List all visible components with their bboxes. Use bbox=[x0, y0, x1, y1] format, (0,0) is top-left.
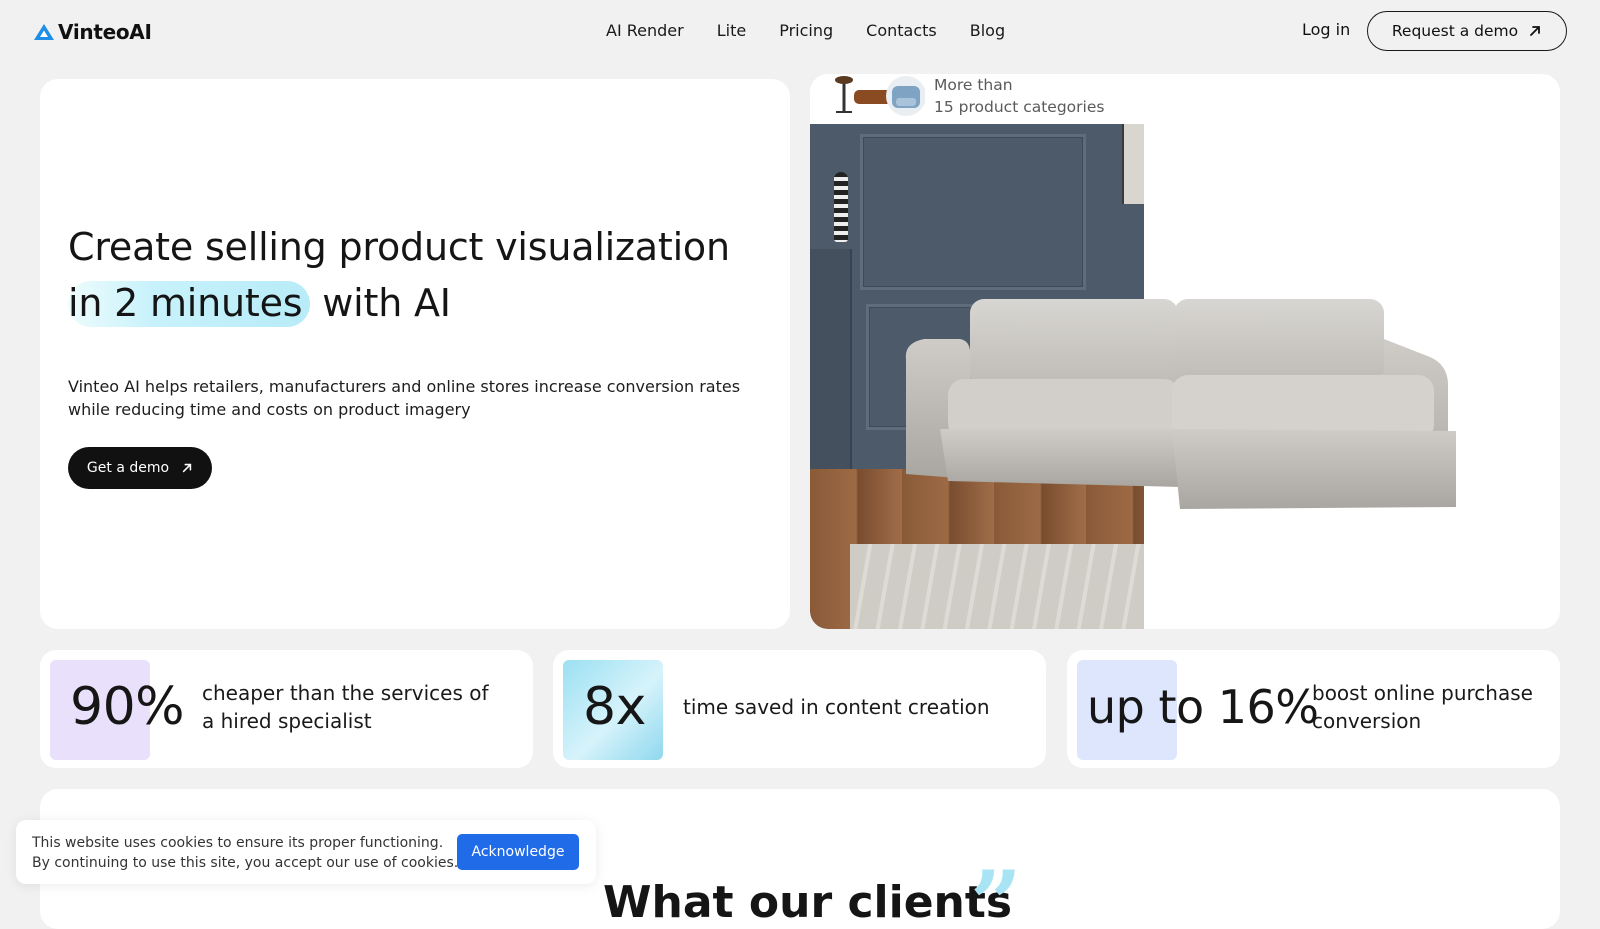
wall-panel bbox=[860, 134, 1086, 290]
cookie-text: This website uses cookies to ensure its … bbox=[32, 833, 458, 873]
nav-blog[interactable]: Blog bbox=[970, 21, 1005, 40]
headline-line1: Create selling product visualization bbox=[68, 225, 730, 269]
hero-description: Vinteo AI helps retailers, manufacturers… bbox=[68, 377, 741, 419]
stat-text: time saved in content creation bbox=[683, 695, 990, 719]
get-demo-button[interactable]: Get a demo bbox=[68, 447, 212, 489]
request-demo-button[interactable]: Request a demo bbox=[1367, 11, 1567, 51]
stat-card: 8x time saved in content creation bbox=[553, 650, 1046, 768]
logo[interactable]: VinteoAI bbox=[32, 20, 152, 44]
product-thumbnails-icon bbox=[835, 76, 925, 116]
categories-text: More than 15 product categories bbox=[934, 74, 1104, 118]
wall-art bbox=[1122, 124, 1144, 204]
logo-icon bbox=[34, 24, 54, 40]
reviews-title: What our clients bbox=[603, 877, 1013, 928]
hero-card: Create selling product visualization in … bbox=[40, 79, 790, 629]
headline-highlight: in 2 minutes bbox=[68, 281, 311, 327]
main-nav: AI Render Lite Pricing Contacts Blog bbox=[606, 21, 1005, 40]
request-demo-label: Request a demo bbox=[1391, 22, 1519, 40]
stat-value: up to 16% bbox=[1087, 680, 1319, 734]
rug bbox=[850, 544, 1144, 629]
categories-line2: 15 product categories bbox=[934, 98, 1105, 116]
quote-icon: ” bbox=[970, 851, 1022, 929]
nav-ai-render[interactable]: AI Render bbox=[606, 21, 684, 40]
arrow-up-right-icon bbox=[1530, 26, 1541, 36]
cookie-banner: This website uses cookies to ensure its … bbox=[16, 820, 596, 884]
hero-headline: Create selling product visualization in … bbox=[68, 219, 788, 331]
logo-text: VinteoAI bbox=[58, 20, 152, 44]
login-link[interactable]: Log in bbox=[1302, 20, 1350, 39]
fireplace bbox=[810, 249, 852, 489]
get-demo-label: Get a demo bbox=[86, 460, 170, 476]
headline-rest: with AI bbox=[322, 281, 451, 325]
cookie-line1: This website uses cookies to ensure its … bbox=[32, 835, 444, 851]
nav-pricing[interactable]: Pricing bbox=[779, 21, 833, 40]
site-header: VinteoAI AI Render Lite Pricing Contacts… bbox=[0, 0, 1600, 64]
stat-card: 90% cheaper than the services of a hired… bbox=[40, 650, 533, 768]
categories-line1: More than bbox=[934, 76, 1013, 94]
cookie-line2: By continuing to use this site, you acce… bbox=[32, 855, 459, 871]
categories-badge: More than 15 product categories bbox=[820, 74, 1110, 122]
acknowledge-button[interactable]: Acknowledge bbox=[457, 834, 579, 870]
stat-card: up to 16% boost online purchase conversi… bbox=[1067, 650, 1560, 768]
sofa-image bbox=[905, 299, 1456, 509]
nav-lite[interactable]: Lite bbox=[717, 21, 746, 40]
stat-text: cheaper than the services of a hired spe… bbox=[202, 681, 489, 733]
stat-text: boost online purchase conversion bbox=[1312, 681, 1533, 733]
stat-value: 90% bbox=[70, 677, 185, 737]
stat-value: 8x bbox=[583, 677, 646, 737]
arrow-up-right-icon bbox=[182, 463, 192, 473]
striped-vase bbox=[834, 172, 848, 242]
nav-contacts[interactable]: Contacts bbox=[866, 21, 937, 40]
product-visual-card: More than 15 product categories bbox=[810, 74, 1560, 629]
